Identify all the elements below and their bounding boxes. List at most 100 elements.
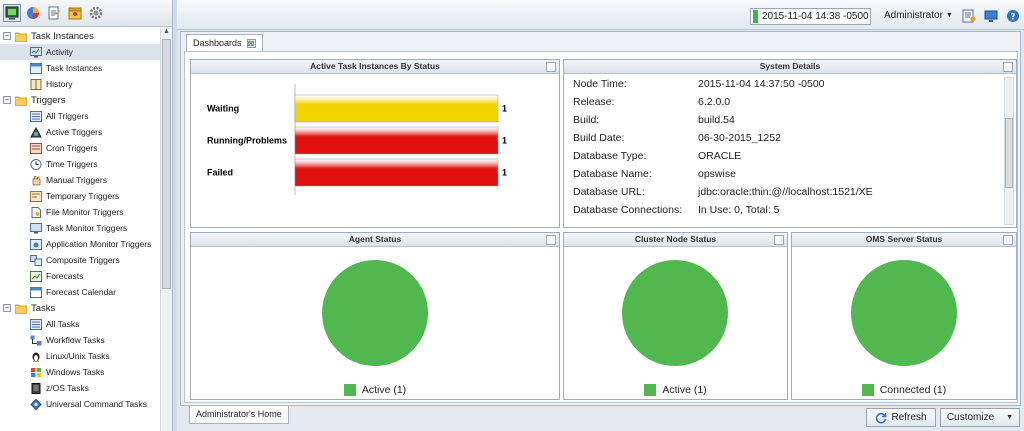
tree-item-task-instances[interactable]: Task Instances [0,60,160,76]
tree-item-label: Forecast Calendar [46,287,116,297]
windows-logo-icon [31,367,41,377]
application-monitor-icon [30,238,42,250]
tree-item-task-monitor-triggers[interactable]: Task Monitor Triggers [0,220,160,236]
category-label: Running/Problems [207,136,287,146]
detail-row: Build: build.54 [573,114,735,131]
tree-item-time-triggers[interactable]: Time Triggers [0,156,160,172]
tree-group-triggers[interactable]: − Triggers [0,92,160,108]
bar-waiting[interactable] [294,94,499,123]
tree-scrollbar[interactable]: ▲ [160,28,172,431]
tree-item-file-monitor-triggers[interactable]: File Monitor Triggers [0,204,160,220]
tree-item-history[interactable]: History [0,76,160,92]
scrollbar-thumb[interactable] [162,39,171,289]
oms-status-widget: OMS Server Status Connected (1) [791,232,1017,400]
bar-chart: Waiting 1 Running/Problems 1 Failed 1 [191,75,559,227]
collapse-toggle[interactable]: − [3,304,11,312]
scroll-up-arrow-icon[interactable]: ▲ [161,28,172,38]
tree-item-application-monitor-triggers[interactable]: Application Monitor Triggers [0,236,160,252]
data-label: 1 [502,136,507,146]
file-monitor-icon [31,206,41,218]
detail-key: Build: [573,114,600,126]
folder-icon [15,32,27,42]
active-trigger-icon [30,126,42,137]
refresh-icon[interactable] [546,235,556,245]
tree-item-composite-triggers[interactable]: Composite Triggers [0,252,160,268]
tree-item-label: Cron Triggers [46,143,98,153]
tree-item-label: Windows Tasks [46,367,105,377]
detail-row: Build Date: 06-30-2015_1252 [573,132,781,149]
collapse-toggle[interactable]: − [3,32,11,40]
bundle-icon[interactable] [66,4,84,22]
tree-group-tasks[interactable]: − Tasks [0,300,160,316]
widget-title: Agent Status [191,233,559,247]
help-icon[interactable]: ? [1006,9,1020,23]
refresh-icon[interactable] [546,62,556,72]
gear-icon[interactable] [87,4,105,22]
tree-item-workflow-tasks[interactable]: Workflow Tasks [0,332,160,348]
system-details-widget: System Details Node Time: 2015-11-04 14:3… [563,59,1017,228]
cluster-pie-svg [622,260,728,366]
report-icon[interactable] [45,4,63,22]
sidebar-splitter[interactable] [173,0,177,431]
scrollbar-thumb[interactable] [1005,118,1013,188]
clock-icon [30,158,42,170]
tree-item-forecasts[interactable]: Forecasts [0,268,160,284]
cluster-status-widget: Cluster Node Status Active (1) [563,232,788,400]
bar-running-problems[interactable] [294,126,499,155]
widget-title-text: Agent Status [348,234,402,244]
user-menu[interactable]: Administrator ▼ [884,10,953,21]
screen-icon[interactable] [984,9,998,23]
collapse-toggle[interactable]: − [3,96,11,104]
tree-item-linux-unix-tasks[interactable]: Linux/Unix Tasks [0,348,160,364]
tree-item-label: All Tasks [46,319,80,329]
bar-failed[interactable] [294,158,499,187]
detail-value: In Use: 0, Total: 5 [698,204,780,216]
tree-item-windows-tasks[interactable]: Windows Tasks [0,364,160,380]
help-document-icon[interactable] [962,9,976,23]
widget-title: Cluster Node Status [564,233,787,247]
detail-row: Database Connections: In Use: 0, Total: 5 [573,204,780,221]
refresh-icon[interactable] [1003,235,1013,245]
tree-item-zos-tasks[interactable]: z/OS Tasks [0,380,160,396]
details-scrollbar[interactable] [1004,77,1014,225]
widget-title-text: Cluster Node Status [634,234,717,244]
header-bar: 2015-11-04 14:38 -0500 Administrator ▼ ? [177,0,1024,30]
detail-key: Database Name: [573,168,652,180]
tree-item-active-triggers[interactable]: Active Triggers [0,124,160,140]
legend-label: Connected (1) [879,384,947,396]
tree-item-universal-command-tasks[interactable]: Universal Command Tasks [0,396,160,412]
pie-chart-icon[interactable] [24,4,42,22]
detail-value: 6.2.0.0 [698,96,731,108]
tree-item-temporary-triggers[interactable]: Temporary Triggers [0,188,160,204]
bar-chart-svg: Waiting 1 Running/Problems 1 Failed 1 [207,84,507,195]
tree-item-activity[interactable]: Activity [0,44,160,60]
tab-dashboards[interactable]: Dashboards ⊠ [186,34,263,51]
monitor-icon[interactable] [3,4,21,22]
detail-key: Release: [573,96,615,108]
refresh-button[interactable]: Refresh [866,408,936,427]
detail-value: 06-30-2015_1252 [698,132,781,144]
tree-item-all-tasks[interactable]: All Tasks [0,316,160,332]
tree-group-task-instances[interactable]: − Task Instances [0,28,160,44]
legend-swatch [644,384,657,396]
folder-icon [15,304,27,314]
customize-button[interactable]: Customize ▼ [940,408,1020,427]
tree-item-cron-triggers[interactable]: Cron Triggers [0,140,160,156]
navigator-tree: − Task Instances Activity Task Instances… [0,28,160,431]
universal-command-icon [30,398,42,410]
footer-bar: Administrator's Home Refresh Customize ▼ [177,406,1024,431]
refresh-icon[interactable] [1003,62,1013,72]
tree-item-label: Active Triggers [46,127,103,137]
tree-item-all-triggers[interactable]: All Triggers [0,108,160,124]
tree-item-manual-triggers[interactable]: Manual Triggers [0,172,160,188]
composite-trigger-icon [30,254,42,266]
close-icon[interactable]: ⊠ [246,38,256,48]
refresh-icon[interactable] [774,235,784,245]
tab-administrators-home[interactable]: Administrator's Home [189,406,289,424]
tree-item-forecast-calendar[interactable]: Forecast Calendar [0,284,160,300]
legend-label: Active (1) [361,384,407,396]
detail-key: Database URL: [573,186,645,198]
dashboard-body: Active Task Instances By Status Waiting 1… [184,51,1018,403]
pie-chart: Connected (1) [792,248,1016,399]
tree-item-label: Universal Command Tasks [46,399,147,409]
